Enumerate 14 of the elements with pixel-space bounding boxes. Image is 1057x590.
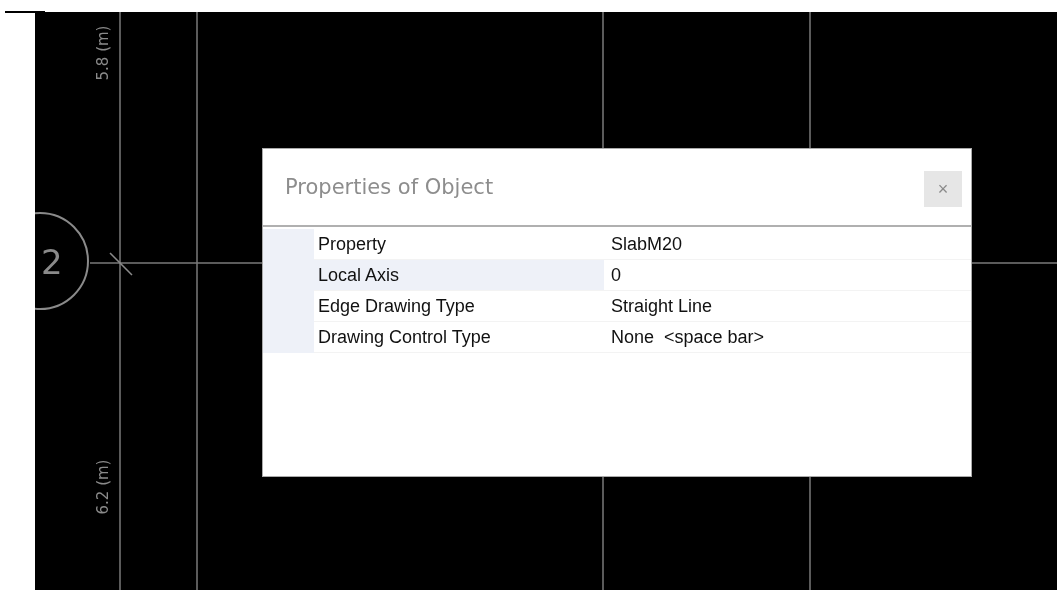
row-header[interactable] (263, 229, 314, 260)
dialog-title: Properties of Object (285, 175, 494, 199)
property-value[interactable]: None <space bar> (604, 322, 971, 353)
dimension-label: 6.2 (m) (95, 459, 111, 515)
property-name[interactable]: Edge Drawing Type (314, 291, 604, 322)
row-header[interactable] (263, 322, 314, 353)
dimension-label: 5.8 (m) (95, 25, 111, 81)
cross-mark (109, 252, 133, 276)
property-value[interactable]: SlabM20 (604, 229, 971, 260)
property-value[interactable]: Straight Line (604, 291, 971, 322)
property-name[interactable]: Drawing Control Type (314, 322, 604, 353)
property-name[interactable]: Local Axis (314, 260, 604, 291)
property-value[interactable]: 0 (604, 260, 971, 291)
grid-label: 2 (41, 242, 63, 282)
